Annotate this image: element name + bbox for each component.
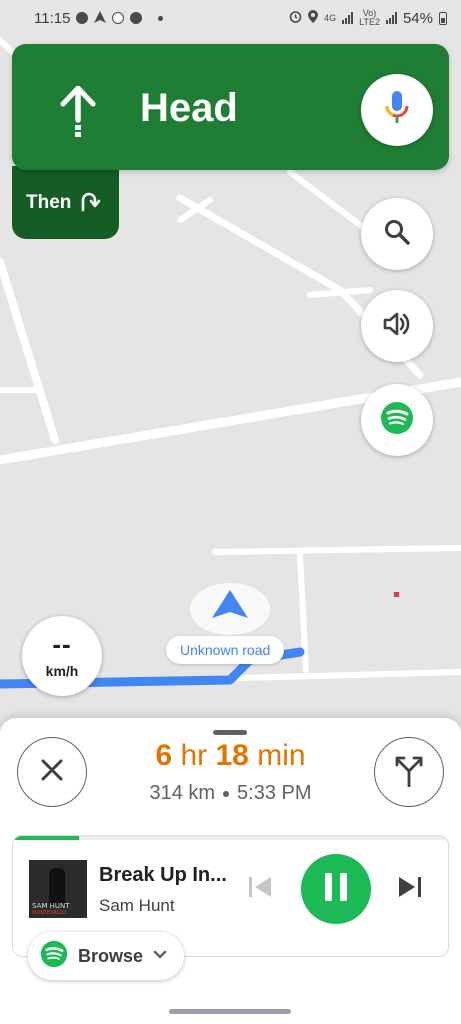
pause-icon	[323, 872, 349, 907]
duration-hours: 6	[155, 739, 173, 772]
status-time: 11:15	[34, 9, 71, 27]
pause-button[interactable]	[301, 854, 371, 924]
skip-previous-icon	[249, 877, 271, 897]
sound-button[interactable]	[361, 290, 433, 362]
arrival-time: 5:33 PM	[237, 782, 312, 804]
plus-status-icon	[112, 12, 125, 24]
volume-icon	[382, 311, 412, 342]
trip-distance: 314 km	[149, 782, 216, 804]
current-location-icon	[212, 590, 248, 625]
mic-icon	[384, 90, 410, 131]
separator-dot	[223, 790, 230, 797]
battery-icon	[439, 11, 447, 25]
spotify-icon	[380, 401, 414, 440]
alarm-icon	[289, 10, 302, 27]
turn-instruction-banner[interactable]: Head	[12, 44, 449, 170]
duration-minutes: 18	[215, 739, 249, 772]
turn-instruction-text: Head	[140, 86, 238, 130]
search-button[interactable]	[361, 198, 433, 270]
spotify-button[interactable]	[361, 384, 433, 456]
chevron-down-icon	[153, 947, 167, 965]
location-status-icon	[308, 9, 319, 27]
media-progress-fill	[13, 836, 79, 840]
alternate-routes-button[interactable]	[374, 737, 444, 807]
drag-handle[interactable]	[213, 730, 247, 735]
turn-right-icon	[77, 188, 101, 218]
album-art-album: MONTEVALLO	[32, 910, 67, 916]
duration-minutes-unit: min	[257, 739, 306, 772]
trip-bottom-sheet[interactable]: 6 hr 18 min 314 km 5:33 PM SAM HUNT MONTE…	[0, 718, 461, 1024]
media-progress-bar	[13, 836, 448, 840]
then-instruction[interactable]: Then	[12, 166, 119, 239]
speed-value: --	[52, 629, 72, 659]
track-artist: Sam Hunt	[99, 896, 175, 915]
album-art-artist: SAM HUNT	[32, 902, 70, 910]
search-icon	[384, 219, 410, 250]
spotify-browse-icon	[40, 940, 68, 973]
browse-label: Browse	[78, 945, 144, 966]
navigation-status-icon	[94, 10, 107, 27]
status-bar: 11:15 4G Vo) LTE2 54%	[0, 0, 461, 36]
speed-unit: km/h	[45, 663, 79, 679]
signal-icon-2	[385, 12, 397, 24]
lte2-label: LTE2	[359, 17, 380, 27]
system-gesture-handle[interactable]	[169, 1009, 291, 1014]
battery-percent: 54%	[402, 9, 433, 27]
network-type-4g: 4G	[324, 12, 337, 23]
then-label: Then	[26, 191, 72, 213]
voice-search-button[interactable]	[361, 74, 433, 146]
album-art: SAM HUNT MONTEVALLO	[29, 860, 87, 918]
more-notifications-dot	[158, 15, 164, 21]
speedometer: -- km/h	[22, 616, 102, 696]
road-name-label: Unknown road	[166, 636, 285, 664]
alternate-routes-icon	[394, 753, 424, 792]
browse-button[interactable]: Browse	[28, 932, 184, 980]
skip-next-icon	[399, 877, 421, 897]
signal-icon	[342, 12, 354, 24]
duration-hours-unit: hr	[180, 739, 208, 772]
straight-arrow-icon	[60, 85, 96, 143]
spotify-status-icon-2	[130, 12, 143, 24]
track-title: Break Up In...	[99, 864, 227, 886]
previous-track-button[interactable]	[247, 875, 273, 904]
spotify-status-icon	[76, 12, 89, 24]
next-track-button[interactable]	[397, 875, 423, 904]
